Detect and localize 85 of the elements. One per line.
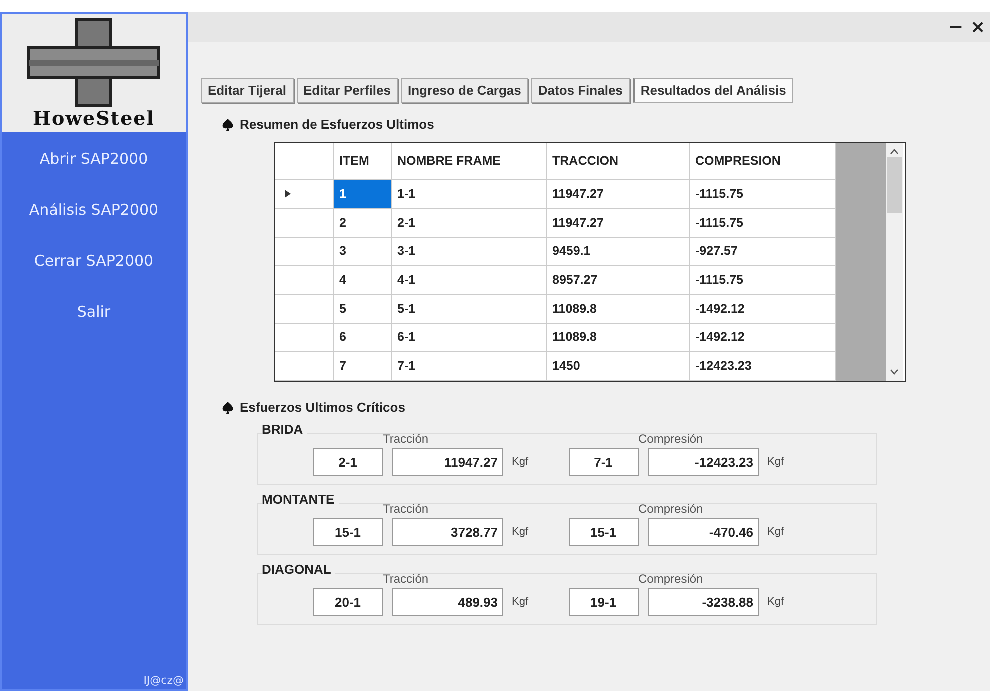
row-header[interactable] [275,323,333,352]
tab[interactable]: Editar Perfiles [296,78,398,103]
tab[interactable]: Editar Tijeral [201,78,294,103]
table-cell: 6-1 [391,323,546,352]
table-cell: 4-1 [391,266,546,294]
frame-field[interactable]: 15-1 [568,518,639,546]
table-cell: -12423.23 [689,352,835,380]
frame-field[interactable]: 2-1 [313,448,383,476]
field-label: Compresión [638,502,704,516]
table-cell: 1 [333,180,391,208]
column-header[interactable]: COMPRESION [689,143,835,180]
table-cell: 3-1 [391,237,546,266]
row-header[interactable] [275,294,333,324]
table-cell: 2 [333,208,391,238]
unit-label: Kgf [768,456,784,468]
close-button[interactable]: × [968,16,988,38]
value-field[interactable]: 11947.27 [392,448,503,476]
unit-label: Kgf [512,526,529,538]
table-cell: 11089.8 [546,323,689,352]
table-cell: 5-1 [391,294,546,324]
column-header[interactable]: TRACCION [546,143,689,180]
table-cell: -927.57 [689,237,835,266]
tab[interactable]: Ingreso de Cargas [400,78,528,103]
value-field[interactable]: 3728.77 [392,518,503,546]
table-cell: 11947.27 [546,208,689,238]
table-cell: 11947.27 [546,180,689,208]
row-header[interactable] [275,352,333,380]
row-header[interactable] [275,208,333,238]
row-indicator-icon [285,190,291,198]
footer-text: IJ@cz@ [144,674,185,689]
frame-field[interactable]: 7-1 [568,448,639,476]
sidebar-item[interactable]: Abrir SAP2000 [40,150,148,168]
frame-field[interactable]: 15-1 [313,518,383,546]
sidebar-item[interactable]: Salir [77,303,111,321]
value-field[interactable]: -470.46 [648,518,759,546]
table-cell: 8957.27 [546,266,689,294]
field-label: Compresión [638,432,704,446]
table-cell: -1492.12 [689,323,835,352]
scrollbar[interactable] [886,143,902,381]
table-cell: 9459.1 [546,237,689,266]
table-cell: 5 [333,294,391,324]
table-cell: 7-1 [391,352,546,380]
sidebar-item[interactable]: Análisis SAP2000 [29,201,159,219]
section-title: Resumen de Esfuerzos Ultimos [240,117,434,132]
table-cell: -1492.12 [689,294,835,324]
table-cell: -1115.75 [689,180,835,208]
row-header[interactable] [275,266,333,294]
scroll-thumb[interactable] [886,157,902,213]
spade-icon [222,118,234,130]
minimize-button[interactable]: − [946,16,966,38]
field-label: Tracción [383,432,430,446]
group-title: DIAGONAL [262,562,336,577]
field-label: Tracción [383,572,430,586]
table-cell: 7 [333,352,391,380]
table-cell: 11089.8 [546,294,689,324]
tab[interactable]: Resultados del Análisis [632,78,794,103]
table-cell: 3 [333,237,391,266]
field-label: Tracción [383,502,430,516]
spade-icon [222,402,234,414]
unit-label: Kgf [768,596,784,608]
group-title: BRIDA [262,422,308,437]
group-title: MONTANTE [262,492,339,507]
logo-text: HoweSteel [33,108,155,130]
value-field[interactable]: 489.93 [392,588,503,616]
section-title: Esfuerzos Ultimos Críticos [240,400,406,415]
sidebar-item[interactable]: Cerrar SAP2000 [34,252,154,270]
frame-field[interactable]: 19-1 [568,588,639,616]
unit-label: Kgf [512,456,529,468]
value-field[interactable]: -12423.23 [648,448,759,476]
table-cell: 1-1 [391,180,546,208]
unit-label: Kgf [512,596,529,608]
column-header[interactable]: NOMBRE FRAME [391,143,546,180]
tab[interactable]: Datos Finales [531,78,630,103]
table-cell: 6 [333,323,391,352]
table-cell: 1450 [546,352,689,380]
table-cell: -1115.75 [689,266,835,294]
value-field[interactable]: -3238.88 [648,588,759,616]
unit-label: Kgf [768,526,784,538]
row-header[interactable] [275,237,333,266]
table-cell: 2-1 [391,208,546,238]
row-header[interactable] [275,180,333,208]
table-cell: -1115.75 [689,208,835,238]
field-label: Compresión [638,572,704,586]
frame-field[interactable]: 20-1 [313,588,383,616]
table-cell: 4 [333,266,391,294]
